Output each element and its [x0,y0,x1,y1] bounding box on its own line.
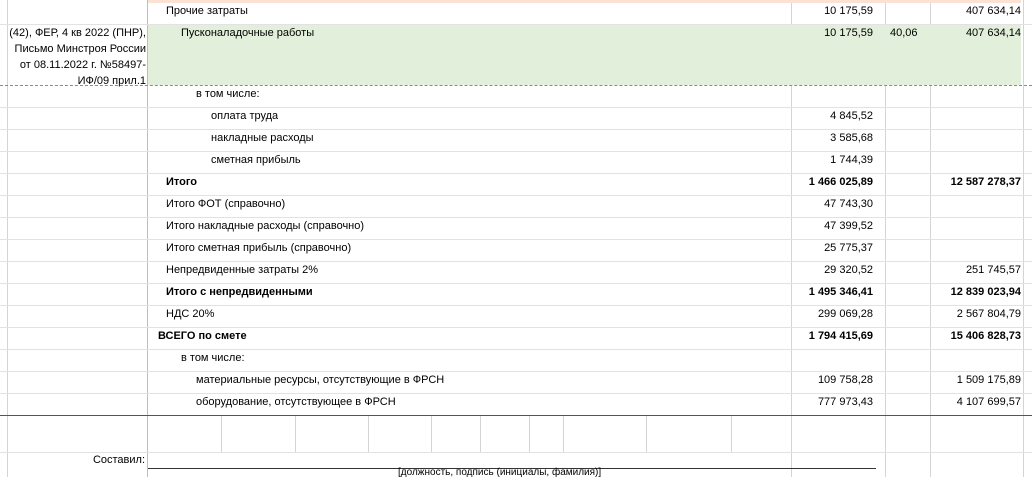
row-total: 407 634,14 [965,27,1021,39]
row-value: 1 466 025,89 [808,176,873,188]
row-label: Итого с непредвиденными [166,286,313,298]
table-row[interactable]: оплата труда 4 845,52 [0,105,1032,127]
row-value: 299 069,28 [817,308,873,320]
table-row[interactable]: Итого с непредвиденными 1 495 346,41 12 … [0,281,1032,303]
row-label: ВСЕГО по смете [158,330,247,342]
table-row[interactable]: оборудование, отсутствующее в ФРСН 777 9… [0,391,1032,413]
table-row[interactable]: материальные ресурсы, отсутствующие в ФР… [0,369,1032,391]
row-label: сметная прибыль [211,154,301,166]
row-value: 10 175,59 [824,27,873,39]
row-value: 109 758,28 [817,374,873,386]
row-label: в том числе: [196,88,260,100]
table-row[interactable]: Итого 1 466 025,89 12 587 278,37 [0,171,1032,193]
table-row[interactable]: сметная прибыль 1 744,39 [0,149,1032,171]
table-row[interactable]: Непредвиденные затраты 2% 29 320,52 251 … [0,259,1032,281]
row-value: 1 744,39 [830,154,873,166]
row-label: Итого сметная прибыль (справочно) [166,242,352,254]
row-value: 29 320,52 [824,264,873,276]
table-row[interactable]: Итого накладные расходы (справочно) 47 3… [0,215,1032,237]
row-total: 407 634,14 [965,5,1021,17]
row-label: Непредвиденные затраты 2% [166,264,319,276]
row-value: 10 175,59 [824,5,873,17]
row-label: Итого ФОТ (справочно) [166,198,286,210]
row-label: Пусконаладочные работы [181,27,315,39]
table-row[interactable]: Прочие затраты 10 175,59 407 634,14 [0,0,1032,22]
row-value: 1 495 346,41 [808,286,873,298]
row-value: 47 743,30 [824,198,873,210]
table-row[interactable]: ВСЕГО по смете 1 794 415,69 15 406 828,7… [0,325,1032,347]
reference-line: от 08.11.2022 г. №58497- [19,59,146,71]
row-value: 47 399,52 [824,220,873,232]
row-total: 4 107 699,57 [956,396,1021,408]
row-label: оплата труда [211,110,279,122]
row-label: Прочие затраты [166,5,248,17]
row-total: 1 509 175,89 [956,374,1021,386]
table-row[interactable]: НДС 20% 299 069,28 2 567 804,79 [0,303,1032,325]
table-end-line [0,415,1032,416]
row-label: в том числе: [181,352,245,364]
row-label: НДС 20% [166,308,215,320]
row-coefficient: 40,06 [890,27,918,39]
row-total: 2 567 804,79 [956,308,1021,320]
composed-by-label: Составил: [92,454,145,466]
row-total: 12 587 278,37 [950,176,1021,188]
row-label: Итого накладные расходы (справочно) [166,220,365,232]
row-value: 1 794 415,69 [808,330,873,342]
row-total: 251 745,57 [965,264,1021,276]
table-row[interactable]: Итого ФОТ (справочно) 47 743,30 [0,193,1032,215]
row-value: 3 585,68 [830,132,873,144]
table-row[interactable]: в том числе: [0,347,1032,369]
row-label: Итого [166,176,198,188]
table-row[interactable]: Итого сметная прибыль (справочно) 25 775… [0,237,1032,259]
row-value: 4 845,52 [830,110,873,122]
row-label: накладные расходы [211,132,314,144]
table-row[interactable]: Пусконаладочные работы 10 175,59 40,06 4… [0,22,1032,44]
row-label: материальные ресурсы, отсутствующие в ФР… [196,374,445,386]
table-row[interactable]: накладные расходы 3 585,68 [0,127,1032,149]
row-value: 777 973,43 [817,396,873,408]
row-value: 25 775,37 [824,242,873,254]
row-label: оборудование, отсутствующее в ФРСН [196,396,396,408]
signature-caption: [должность, подпись (инициалы, фамилия)] [398,467,602,478]
row-total: 12 839 023,94 [950,286,1021,298]
table-row[interactable]: в том числе: [0,83,1032,105]
row-total: 15 406 828,73 [950,330,1021,342]
